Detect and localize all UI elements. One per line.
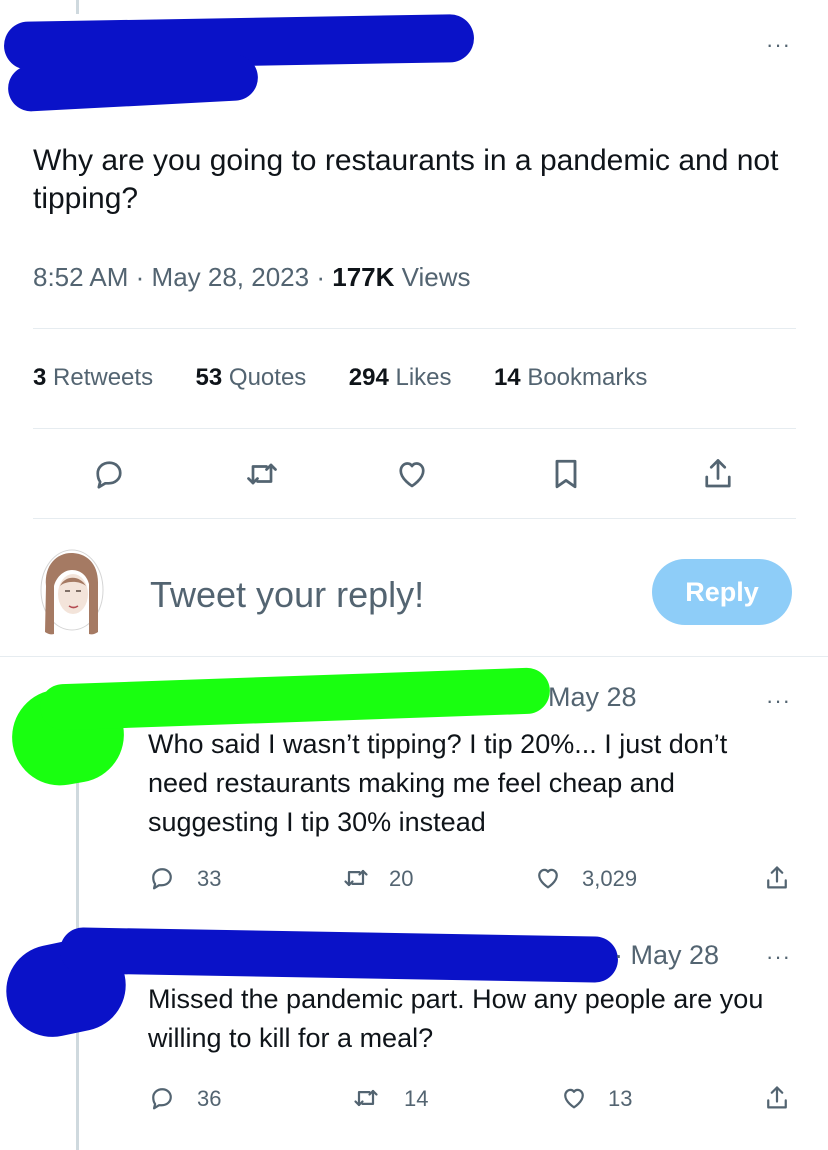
meta-separator: ·	[614, 940, 623, 970]
more-icon[interactable]: ···	[766, 690, 791, 712]
tweet-meta: 8:52 AM · May 28, 2023 · 177K Views	[33, 262, 471, 293]
like-icon[interactable]	[560, 1084, 588, 1112]
divider	[33, 328, 796, 329]
reply-date[interactable]: May 28	[631, 940, 720, 970]
redacted-author	[59, 927, 619, 983]
tweet-time[interactable]: 8:52 AM	[33, 262, 128, 292]
tweet-date[interactable]: May 28, 2023	[152, 262, 310, 292]
retweet-icon[interactable]	[342, 864, 370, 892]
meta-separator: ·	[135, 262, 145, 292]
reply-button[interactable]: Reply	[652, 559, 792, 625]
share-icon[interactable]	[763, 864, 791, 892]
share-icon[interactable]	[700, 456, 736, 492]
views-count: 177K	[332, 262, 395, 292]
retweet-count: 14	[404, 1086, 429, 1111]
reply-input[interactable]: Tweet your reply!	[150, 574, 424, 616]
views-label: Views	[401, 262, 471, 292]
reply-meta: · May 28	[614, 940, 719, 971]
share-icon[interactable]	[763, 1084, 791, 1112]
likes-stat[interactable]: 294 Likes	[349, 364, 452, 392]
bookmark-icon[interactable]	[548, 456, 584, 492]
like-count: 13	[608, 1086, 633, 1111]
like-count: 3,029	[582, 866, 638, 891]
bookmarks-stat[interactable]: 14 Bookmarks	[494, 364, 647, 392]
meta-separator: ·	[316, 262, 326, 292]
avatar[interactable]	[38, 546, 106, 638]
redacted-author	[39, 667, 551, 731]
reply-icon[interactable]	[91, 456, 127, 492]
tweet-text: Why are you going to restaurants in a pa…	[33, 144, 779, 215]
more-icon[interactable]: ···	[766, 946, 791, 968]
engagement-stats: 3 Retweets 53 Quotes 294 Likes 14 Bookma…	[33, 364, 685, 392]
more-icon[interactable]: ···	[766, 34, 791, 56]
retweets-stat[interactable]: 3 Retweets	[33, 364, 153, 392]
retweet-icon[interactable]	[244, 456, 280, 492]
section-divider	[0, 656, 828, 657]
divider	[33, 428, 796, 429]
like-icon[interactable]	[534, 864, 562, 892]
reply-count: 33	[197, 866, 222, 891]
divider	[33, 518, 796, 519]
thread-line-top	[76, 0, 79, 14]
reply-icon[interactable]	[148, 864, 176, 892]
retweet-count: 20	[389, 866, 414, 891]
retweet-icon[interactable]	[352, 1084, 380, 1112]
reply-count: 36	[197, 1086, 222, 1111]
quotes-stat[interactable]: 53 Quotes	[196, 364, 307, 392]
reply-icon[interactable]	[148, 1084, 176, 1112]
reply-text: Who said I wasn’t tipping? I tip 20%... …	[148, 729, 728, 837]
like-icon[interactable]	[394, 456, 430, 492]
reply-date[interactable]: May 28	[548, 682, 637, 713]
reply-text: Missed the pandemic part. How any people…	[148, 984, 764, 1053]
